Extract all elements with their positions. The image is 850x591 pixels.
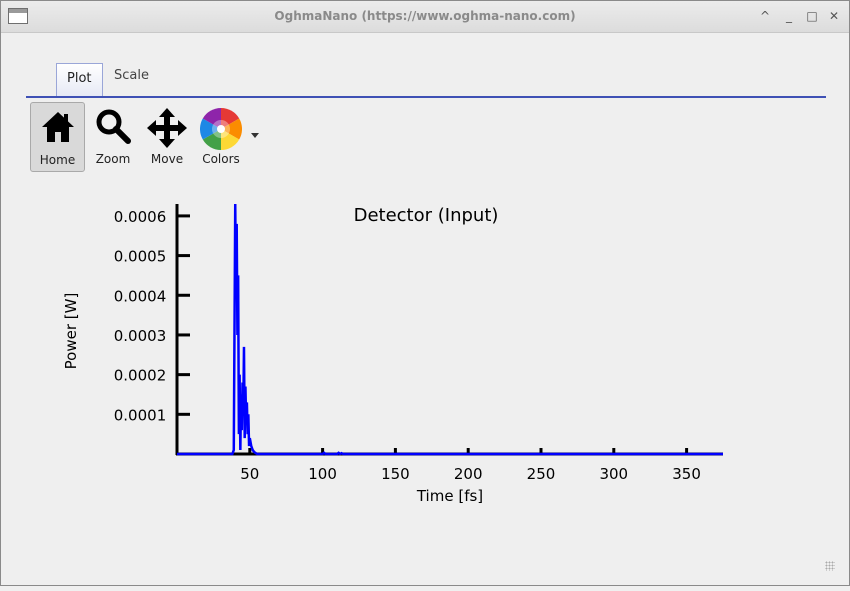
tab-scale[interactable]: Scale [104, 61, 159, 93]
x-tick-label: 150 [381, 465, 410, 483]
tab-bar: Plot Scale [26, 59, 826, 98]
x-tick-label: 100 [308, 465, 337, 483]
x-tick-label: 300 [599, 465, 628, 483]
colors-label: Colors [202, 152, 240, 166]
tab-plot[interactable]: Plot [56, 63, 103, 96]
y-axis-label: Power [W] [62, 293, 80, 370]
app-window: OghmaNano (https://www.oghma-nano.com) ^… [0, 0, 850, 586]
move-arrows-icon [147, 108, 187, 148]
window-title: OghmaNano (https://www.oghma-nano.com) [274, 9, 576, 23]
color-wheel-icon [200, 108, 242, 150]
colors-button[interactable]: Colors [196, 102, 246, 170]
y-tick-label: 0.0001 [114, 406, 167, 424]
x-tick-label: 250 [527, 465, 556, 483]
y-tick-label: 0.0003 [114, 327, 167, 345]
zoom-button[interactable]: Zoom [88, 102, 138, 170]
power-chart[interactable]: 50 100 150 200 250 300 350 0.0001 0.0002 0.0003 0.… [1, 191, 850, 591]
chart-title: Detector (Input) [354, 205, 499, 226]
y-tick-label: 0.0006 [114, 208, 167, 226]
x-tick-label: 350 [672, 465, 701, 483]
minimize-button[interactable]: _ [781, 8, 797, 24]
x-tick-label: 200 [454, 465, 483, 483]
x-axis-label: Time [fs] [416, 487, 483, 505]
resize-grip[interactable] [825, 561, 835, 571]
home-label: Home [39, 153, 76, 167]
magnifier-icon [96, 109, 131, 144]
title-bar[interactable]: OghmaNano (https://www.oghma-nano.com) ^… [1, 1, 849, 33]
power-series-line [177, 203, 723, 456]
shade-button[interactable]: ^ [757, 8, 773, 24]
y-tick-label: 0.0005 [114, 248, 167, 266]
home-button[interactable]: Home [30, 102, 85, 172]
y-tick-label: 0.0002 [114, 367, 167, 385]
move-label: Move [150, 152, 184, 166]
home-icon [41, 112, 74, 142]
close-button[interactable]: ✕ [826, 8, 842, 24]
x-tick-label: 50 [240, 465, 259, 483]
zoom-label: Zoom [95, 152, 131, 166]
y-tick-label: 0.0004 [114, 287, 167, 305]
colors-dropdown-arrow-icon[interactable] [251, 133, 259, 139]
maximize-button[interactable]: □ [804, 8, 820, 24]
move-button[interactable]: Move [142, 102, 192, 170]
